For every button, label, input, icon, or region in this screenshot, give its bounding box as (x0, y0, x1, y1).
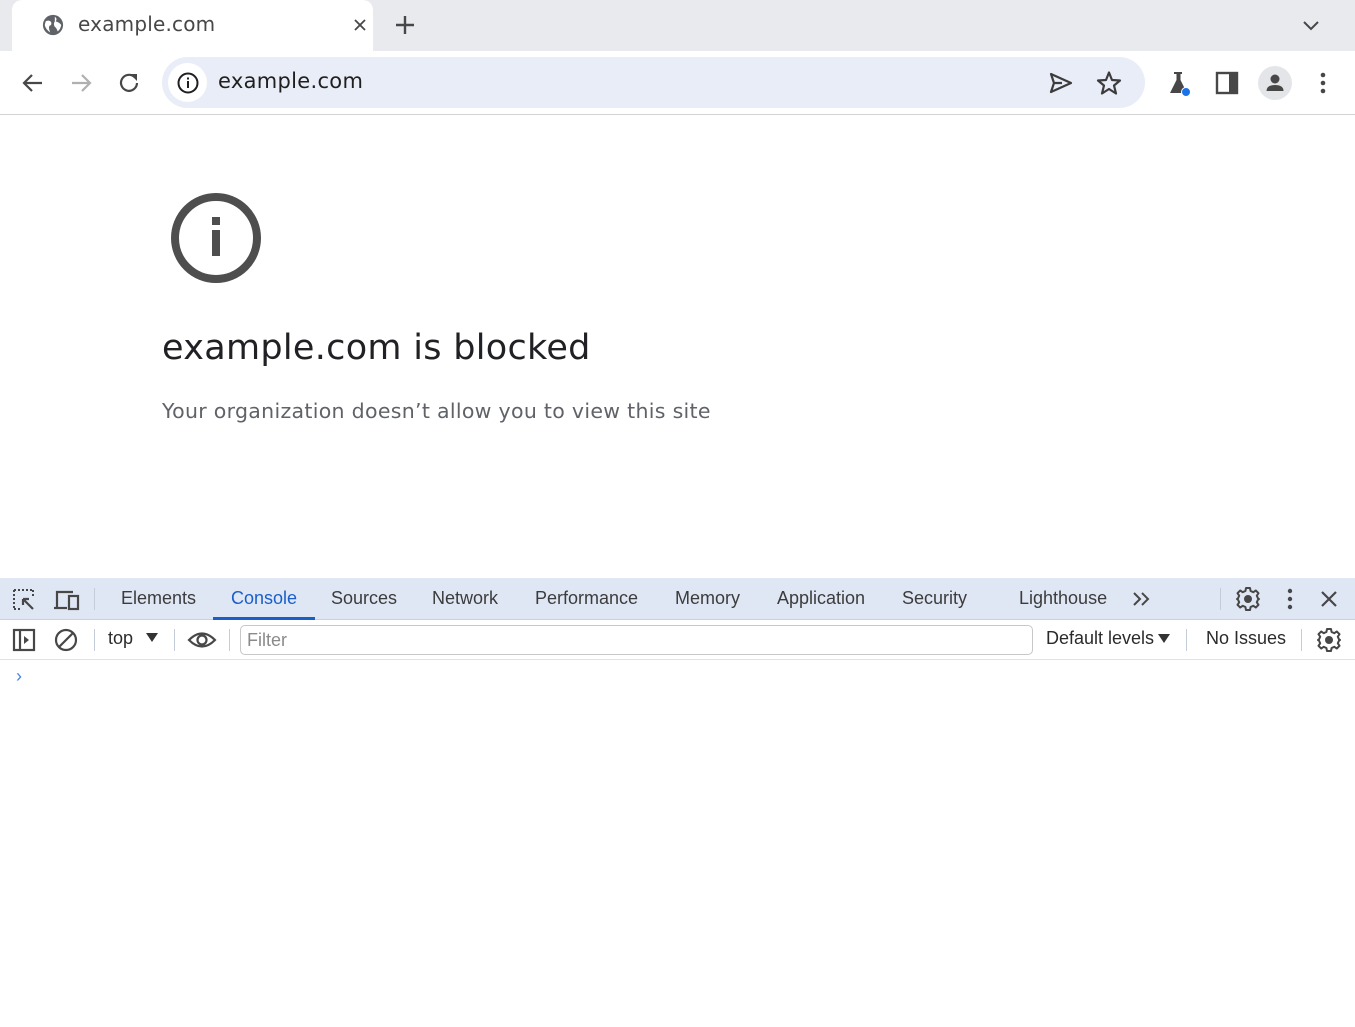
device-toolbar-button[interactable] (53, 587, 81, 613)
tab-search-button[interactable] (1298, 14, 1324, 36)
eye-icon (187, 632, 217, 648)
console-settings-button[interactable] (1316, 627, 1342, 653)
kebab-menu-icon (1320, 72, 1326, 94)
side-panel-button[interactable] (1212, 68, 1242, 98)
devtools-panel: Elements Console Sources Network Perform… (0, 578, 1355, 1027)
toolbar-divider (1301, 629, 1302, 651)
person-icon (1266, 74, 1284, 91)
toolbar-divider (229, 629, 230, 651)
bookmark-button[interactable] (1095, 69, 1123, 97)
arrow-right-icon (72, 74, 92, 92)
console-filter-input[interactable] (240, 625, 1033, 655)
send-to-devices-button[interactable] (1047, 69, 1075, 97)
page-title: example.com is blocked (162, 328, 591, 368)
browser-toolbar: example.com (0, 51, 1355, 115)
url-text[interactable]: example.com (218, 69, 363, 93)
info-circle-icon (171, 193, 261, 283)
gear-icon (1236, 587, 1260, 611)
tab-console[interactable]: Console (231, 578, 297, 620)
devtools-tab-bar: Elements Console Sources Network Perform… (0, 578, 1355, 620)
site-info-button[interactable] (168, 63, 207, 102)
blocked-page: example.com is blocked Your organization… (0, 116, 1355, 578)
tab-lighthouse[interactable]: Lighthouse (1019, 578, 1107, 620)
toolbar-divider (1220, 588, 1221, 610)
console-prompt-icon: › (16, 666, 22, 686)
flask-icon (1170, 72, 1191, 97)
console-sidebar-toggle[interactable] (11, 627, 37, 653)
tab-title: example.com (78, 12, 216, 36)
log-levels-dropdown[interactable]: Default levels (1046, 628, 1154, 649)
tab-strip: example.com (0, 0, 1355, 51)
forward-button[interactable] (66, 68, 96, 98)
sidebar-toggle-icon (12, 628, 36, 652)
context-dropdown-arrow-icon[interactable] (146, 633, 158, 642)
kebab-menu-icon (1287, 588, 1293, 610)
more-tabs-button[interactable] (1130, 588, 1154, 610)
toolbar-divider (1186, 629, 1187, 651)
send-icon (1049, 72, 1073, 94)
inspect-element-button[interactable] (11, 587, 37, 613)
devtools-menu-button[interactable] (1278, 586, 1302, 612)
address-bar[interactable]: example.com (162, 57, 1145, 108)
side-panel-icon (1215, 71, 1239, 95)
close-devtools-button[interactable] (1317, 587, 1341, 611)
inspect-element-icon (13, 589, 34, 610)
tab-elements[interactable]: Elements (121, 578, 196, 620)
close-icon (354, 19, 366, 31)
live-expression-button[interactable] (187, 627, 217, 653)
console-toolbar: top Default levels No Issues (0, 620, 1355, 660)
star-icon (1096, 71, 1122, 95)
profile-button[interactable] (1258, 66, 1292, 100)
globe-icon (42, 14, 64, 36)
devtools-settings-button[interactable] (1235, 586, 1261, 612)
chevron-down-icon (1303, 21, 1319, 31)
reload-icon (119, 73, 139, 92)
back-button[interactable] (18, 68, 48, 98)
tab-application[interactable]: Application (777, 578, 865, 620)
tab-memory[interactable]: Memory (675, 578, 740, 620)
tab-network[interactable]: Network (432, 578, 498, 620)
plus-icon (396, 16, 414, 34)
page-subtitle: Your organization doesn’t allow you to v… (162, 399, 711, 423)
browser-menu-button[interactable] (1308, 68, 1338, 98)
device-toggle-icon (54, 590, 80, 611)
clear-console-icon (54, 628, 78, 652)
tab-sources[interactable]: Sources (331, 578, 397, 620)
arrow-left-icon (22, 74, 42, 92)
toolbar-divider (94, 588, 95, 610)
reload-button[interactable] (114, 68, 144, 98)
new-tab-button[interactable] (392, 12, 418, 38)
tab-security[interactable]: Security (902, 578, 967, 620)
info-icon (177, 72, 198, 93)
double-chevron-right-icon (1133, 592, 1150, 606)
context-selector[interactable]: top (108, 628, 133, 649)
levels-dropdown-arrow-icon[interactable] (1158, 634, 1170, 643)
tab-performance[interactable]: Performance (535, 578, 638, 620)
close-icon (1321, 591, 1337, 607)
toolbar-divider (94, 629, 95, 651)
issues-counter[interactable]: No Issues (1206, 628, 1286, 649)
close-tab-button[interactable] (350, 14, 370, 36)
labs-button[interactable] (1164, 68, 1194, 98)
toolbar-divider (174, 629, 175, 651)
clear-console-button[interactable] (53, 627, 79, 653)
gear-icon (1317, 628, 1341, 652)
console-input-area[interactable] (0, 660, 1355, 1027)
browser-tab[interactable]: example.com (12, 0, 373, 51)
